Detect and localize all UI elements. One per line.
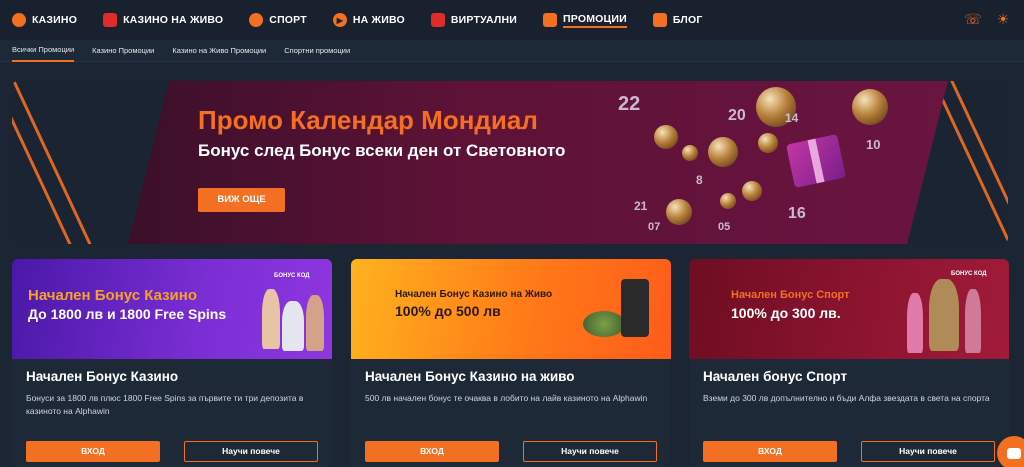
calendar-number: 20 [728,107,746,124]
support-chat-icon[interactable]: ☏ [964,12,982,26]
football-icon [708,137,738,167]
model-figure [907,293,923,353]
model-figure [306,295,324,351]
nav-item-virtual[interactable]: ВИРТУАЛНИ [430,0,518,40]
calendar-number: 21 [634,199,648,213]
subnav-casino-promotions[interactable]: Казино Промоции [92,40,154,62]
football-icon [720,193,736,209]
card-description: Вземи до 300 лв допълнително и бъди Алфа… [703,393,990,403]
football-icon [666,199,692,225]
calendar-number: 8 [696,173,703,187]
card-title: Начален Бонус Казино [26,369,179,384]
card-title: Начален Бонус Казино на живо [365,369,575,384]
nav-right-actions: ☏ ☀ [950,12,1010,26]
calendar-number: 05 [718,221,731,233]
card-description: Бонуси за 1800 лв плюс 1800 Free Spins з… [26,393,304,416]
nav-item-blog[interactable]: БЛОГ [652,0,703,40]
gift-icon [543,13,558,27]
nav-label: КАЗИНО [32,14,78,26]
learn-more-button[interactable]: Научи повече [523,441,657,462]
calendar-number: 10 [866,137,881,152]
live-chat-button[interactable] [997,436,1024,467]
casino-chip-icon [12,13,26,27]
promo-card-live-casino: Начален Бонус Казино на Живо 100% до 500… [351,259,671,467]
promo-card-sport: Начален Бонус Спорт 100% до 300 лв. БОНУ… [689,259,1009,467]
calendar-number: 07 [648,221,661,233]
banner-line-1: Начален Бонус Казино на Живо [395,289,553,300]
football-icon [682,145,698,161]
football-icon [742,181,762,201]
model-figure [262,289,280,349]
chat-bubble-icon [1007,447,1021,459]
see-more-button[interactable]: ВИЖ ОЩЕ [198,188,285,212]
model-figure [282,301,304,351]
decor-stripe [12,81,96,244]
promo-banner-image[interactable]: Начален Бонус Казино на Живо 100% до 500… [351,259,671,359]
football-icon [852,89,888,125]
camel-figure [929,279,959,351]
nav-label: СПОРТ [269,14,307,26]
decor-stripe [12,81,76,244]
decor-stripe [931,81,1008,244]
subnav-all-promotions[interactable]: Всички Промоции [12,40,75,62]
football-icon [758,133,778,153]
promotions-subnav: Всички Промоции Казино Промоции Казино н… [0,40,1024,62]
card-title: Начален бонус Спорт [703,369,848,384]
subnav-sport-promotions[interactable]: Спортни промоции [284,40,350,62]
banner-line-1: Начален Бонус Казино [28,287,197,304]
bonus-code-badge: БОНУС КОД [951,271,987,277]
virtual-icon [430,13,445,27]
promo-banner-image[interactable]: Начален Бонус Спорт 100% до 300 лв. БОНУ… [689,259,1009,359]
hero-title: Промо Календар Мондиал [198,105,538,135]
model-figure [965,289,981,353]
nav-item-live[interactable]: ▶ НА ЖИВО [332,0,405,40]
banner-line-2: 100% до 300 лв. [731,305,841,321]
blog-icon [652,13,667,27]
calendar-number: 14 [785,111,799,125]
banner-line-1: Начален Бонус Спорт [731,289,850,301]
hand-figure [621,279,649,337]
nav-label: ВИРТУАЛНИ [450,14,518,26]
calendar-number: 22 [618,93,641,115]
enter-button[interactable]: ВХОД [703,441,837,462]
nav-item-live-casino[interactable]: КАЗИНО НА ЖИВО [103,0,223,40]
nav-item-promotions[interactable]: ПРОМОЦИИ [543,0,627,40]
nav-label: НА ЖИВО [352,14,405,26]
learn-more-button[interactable]: Научи повече [861,441,995,462]
promo-card-casino: Начален Бонус Казино До 1800 лв и 1800 F… [12,259,332,467]
nav-item-casino[interactable]: КАЗИНО [12,0,77,40]
top-navigation: КАЗИНО КАЗИНО НА ЖИВО СПОРТ ▶ НА ЖИВО ВИ… [0,0,1024,40]
nav-label: БЛОГ [672,14,703,26]
football-icon [654,125,678,149]
casino-chips-icon [583,311,625,337]
learn-more-button[interactable]: Научи повече [184,441,318,462]
calendar-number: 16 [788,205,806,222]
nav-item-sport[interactable]: СПОРТ [249,0,307,40]
nav-label: ПРОМОЦИИ [563,13,627,28]
subnav-live-casino-promotions[interactable]: Казино на Живо Промоции [172,40,266,62]
enter-button[interactable]: ВХОД [365,441,499,462]
card-description: 500 лв начален бонус те очаква в лобито … [365,393,648,403]
live-icon [103,13,118,27]
hero-banner[interactable]: Промо Календар Мондиал Бонус след Бонус … [12,81,1008,244]
enter-button[interactable]: ВХОД [26,441,160,462]
banner-line-2: 100% до 500 лв [395,303,501,319]
hero-subtitle: Бонус след Бонус всеки ден от Световното [198,141,566,160]
bonus-code-badge: БОНУС КОД [274,273,310,279]
nav-label: КАЗИНО НА ЖИВО [123,14,224,26]
banner-line-2: До 1800 лв и 1800 Free Spins [28,306,227,322]
ball-icon [249,13,264,27]
theme-sun-icon[interactable]: ☀ [996,12,1010,26]
promo-banner-image[interactable]: Начален Бонус Казино До 1800 лв и 1800 F… [12,259,332,359]
play-icon: ▶ [332,13,347,27]
